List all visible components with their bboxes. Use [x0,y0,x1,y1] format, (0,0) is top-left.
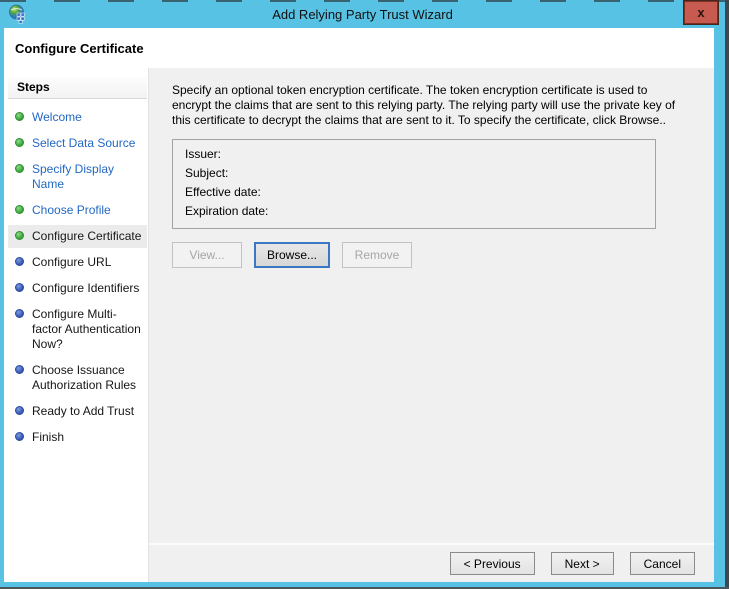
previous-button[interactable]: < Previous [449,552,535,575]
wizard-dialog: Configure Certificate Steps Welcome Selec… [4,28,714,582]
step-status-dot [15,432,24,441]
next-button[interactable]: Next > [550,552,614,575]
sidebar-step-configure-identifiers: Configure Identifiers [8,277,147,300]
content-pane: Specify an optional token encryption cer… [149,68,714,582]
view-button: View... [172,242,242,268]
step-label: Configure Multi-factor Authentication No… [32,307,141,351]
step-label: Choose Profile [32,203,111,217]
step-status-dot [15,164,24,173]
sidebar-step-configure-certificate: Configure Certificate [8,225,147,248]
step-status-dot [15,138,24,147]
step-label: Configure URL [32,255,112,269]
step-label: Configure Certificate [32,229,142,243]
step-status-dot [15,283,24,292]
page-header: Configure Certificate [4,28,714,68]
step-status-dot [15,365,24,374]
sidebar-step-choose-profile[interactable]: Choose Profile [8,199,147,222]
sidebar-step-configure-url: Configure URL [8,251,147,274]
steps-heading: Steps [8,77,147,99]
certificate-issuer-label: Issuer: [185,147,222,161]
certificate-effective-date-label: Effective date: [185,185,261,199]
step-status-dot [15,257,24,266]
wizard-footer: < Previous Next > Cancel [149,543,714,582]
sidebar-step-configure-multi-factor-authentication-now: Configure Multi-factor Authentication No… [8,303,147,356]
step-label: Ready to Add Trust [32,404,135,418]
step-label: Welcome [32,110,82,124]
step-status-dot [15,112,24,121]
steps-sidebar: Steps Welcome Select Data Source Specify D… [4,68,149,582]
page-title: Configure Certificate [15,40,144,56]
wizard-window: Add Relying Party Trust Wizard x Configu… [0,0,729,589]
page-description: Specify an optional token encryption cer… [172,83,676,127]
close-icon[interactable]: x [683,0,719,25]
step-label: Configure Identifiers [32,281,140,295]
step-status-dot [15,309,24,318]
certificate-subject-label: Subject: [185,166,229,180]
step-label: Select Data Source [32,136,136,150]
sidebar-step-select-data-source[interactable]: Select Data Source [8,132,147,155]
sidebar-step-choose-issuance-authorization-rules: Choose Issuance Authorization Rules [8,359,147,397]
step-label: Choose Issuance Authorization Rules [32,363,137,392]
cancel-button[interactable]: Cancel [629,552,695,575]
sidebar-step-ready-to-add-trust: Ready to Add Trust [8,400,147,423]
step-status-dot [15,406,24,415]
sidebar-step-welcome[interactable]: Welcome [8,106,147,129]
step-status-dot [15,205,24,214]
browse-button[interactable]: Browse... [254,242,330,268]
titlebar: Add Relying Party Trust Wizard x [0,0,725,28]
certificate-expiration-date-label: Expiration date: [185,204,269,218]
window-edge-right [725,0,729,589]
sidebar-step-finish: Finish [8,426,147,449]
window-title: Add Relying Party Trust Wizard [272,7,453,22]
certificate-details-box: Issuer: Subject: Effective date: Expirat… [172,139,656,229]
step-label: Finish [32,430,65,444]
remove-button: Remove [342,242,412,268]
steps-list: Welcome Select Data Source Specify Display… [8,99,147,449]
step-label: Specify Display Name [32,162,115,191]
step-status-dot [15,231,24,240]
sidebar-step-specify-display-name[interactable]: Specify Display Name [8,158,147,196]
